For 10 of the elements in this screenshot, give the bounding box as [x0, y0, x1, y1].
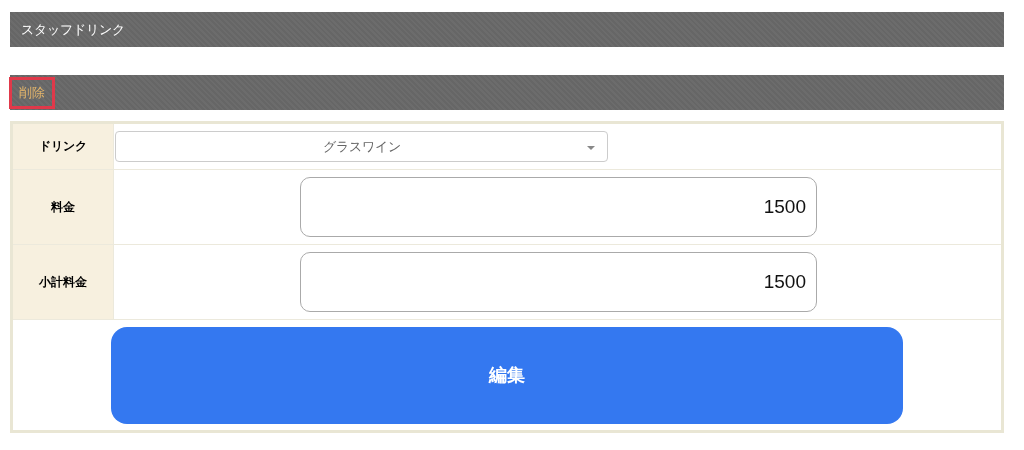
amount-field[interactable]: 1500 [300, 177, 817, 237]
row-label: ドリンク [13, 124, 114, 169]
row-label: 料金 [13, 170, 114, 244]
section-title: スタッフドリンク [20, 20, 125, 39]
drink-select[interactable]: グラスワイン [115, 131, 608, 162]
caret-icon [587, 146, 595, 150]
delete-link[interactable]: 削除 [9, 76, 55, 109]
edit-button[interactable]: 編集 [111, 326, 903, 424]
amount-field[interactable]: 1500 [300, 252, 817, 312]
row-label: 小計料金 [13, 245, 114, 319]
